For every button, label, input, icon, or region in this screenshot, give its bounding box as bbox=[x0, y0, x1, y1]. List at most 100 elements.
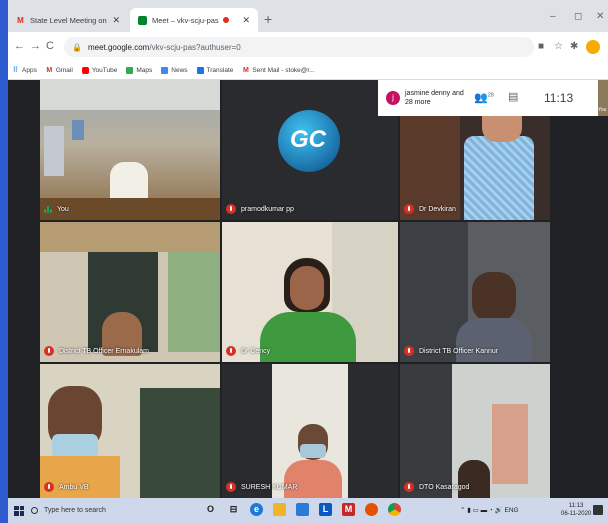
presenter-avatar: j bbox=[386, 91, 400, 105]
forward-icon[interactable]: → bbox=[30, 40, 41, 52]
minimize-button[interactable]: – bbox=[550, 11, 556, 22]
bookmark-apps[interactable]: ⠿ Apps bbox=[12, 67, 37, 74]
speaking-indicator-icon bbox=[44, 205, 52, 214]
participant-name: Dr Cency bbox=[241, 347, 271, 355]
shirt bbox=[284, 460, 342, 498]
edge-icon[interactable]: e bbox=[250, 503, 263, 516]
close-window-button[interactable]: ✕ bbox=[596, 11, 604, 22]
mail-icon[interactable]: M bbox=[342, 503, 355, 516]
participant-label: Ambu VB bbox=[44, 482, 89, 492]
back-icon[interactable]: ← bbox=[14, 40, 25, 52]
seated-person bbox=[110, 162, 148, 202]
bookmark-maps[interactable]: Maps bbox=[126, 67, 152, 74]
mic-off-icon bbox=[226, 204, 236, 214]
mic-off-icon bbox=[404, 346, 414, 356]
window bbox=[72, 120, 84, 140]
chat-icon: ▤ bbox=[508, 91, 519, 103]
outlook-icon[interactable]: L bbox=[319, 503, 332, 516]
system-tray[interactable]: ⌃ ▮ ▭ ▬ ◔ 🔊 ENG bbox=[460, 506, 519, 514]
reload-icon[interactable]: C bbox=[46, 40, 54, 52]
tab-state-level-meeting[interactable]: M State Level Meeting on PIP 2021 ✕ bbox=[8, 8, 128, 32]
participant-name: DTO Kasaragod bbox=[419, 483, 470, 491]
task-view-icon[interactable]: ⊟ bbox=[227, 503, 240, 516]
participant-tile-suresh[interactable]: SURESH KUMAR bbox=[222, 364, 398, 498]
face-mask bbox=[52, 434, 98, 458]
boxes bbox=[40, 222, 220, 252]
menu-icon[interactable]: ⋮ bbox=[604, 41, 608, 52]
participant-tile-cency[interactable]: Dr Cency bbox=[222, 222, 398, 362]
self-view-thumbnail[interactable]: You bbox=[598, 80, 608, 116]
participant-tile-kasaragod[interactable]: DTO Kasaragod bbox=[400, 364, 550, 498]
participant-name: Ambu VB bbox=[59, 483, 89, 491]
file-explorer-icon[interactable] bbox=[273, 503, 286, 516]
mic-off-icon bbox=[226, 346, 236, 356]
notice-board bbox=[44, 126, 64, 176]
mic-off-icon bbox=[404, 204, 414, 214]
apps-grid-icon: ⠿ bbox=[12, 67, 19, 74]
participant-tile-ambu[interactable]: Ambu VB bbox=[40, 364, 220, 498]
chat-button[interactable]: ▤ bbox=[508, 90, 518, 103]
participant-tile-kannur[interactable]: District TB Officer Kannur bbox=[400, 222, 550, 362]
people-button[interactable]: 👥28 bbox=[474, 91, 494, 104]
maximize-button[interactable]: ◻ bbox=[574, 11, 582, 22]
green-wall bbox=[168, 252, 220, 352]
meet-top-bar: j jasmine denny and 28 more 👥28 ▤ 11:13 bbox=[378, 80, 598, 116]
window-frame bbox=[492, 404, 528, 484]
search-icon bbox=[31, 507, 38, 514]
participant-label: SURESH KUMAR bbox=[226, 482, 297, 492]
bookmark-sent-mail[interactable]: M Sent Mail - stoke@r... bbox=[242, 67, 315, 74]
participant-tile-you[interactable]: You bbox=[40, 80, 220, 220]
shelf bbox=[140, 388, 220, 498]
participant-tile-pramodkumar[interactable]: GC pramodkumar pp bbox=[222, 80, 398, 220]
participant-name: SURESH KUMAR bbox=[241, 483, 298, 491]
app-icon[interactable] bbox=[365, 503, 378, 516]
cortana-icon[interactable]: O bbox=[204, 503, 217, 516]
news-icon bbox=[161, 67, 169, 74]
extensions-icon[interactable]: ✱ bbox=[570, 41, 578, 52]
participant-label: pramodkumar pp bbox=[226, 204, 294, 214]
person bbox=[458, 460, 490, 498]
bookmark-gmail[interactable]: M Gmail bbox=[46, 67, 72, 74]
participant-name: You bbox=[57, 206, 69, 213]
participant-name: Dr Devkiran bbox=[419, 205, 456, 213]
close-icon[interactable]: ✕ bbox=[242, 15, 250, 26]
face bbox=[290, 266, 324, 310]
participant-label: You bbox=[44, 205, 69, 214]
taskbar-search[interactable]: Type here to search bbox=[31, 507, 106, 514]
ceiling bbox=[40, 80, 220, 110]
gmail-icon: M bbox=[46, 67, 53, 74]
participant-tile-devkiran[interactable]: Dr Devkiran bbox=[400, 116, 550, 220]
taskbar-clock[interactable]: 11:13 06-11-2020 bbox=[561, 502, 591, 518]
participant-label: District TB Officer Kannur bbox=[404, 346, 498, 356]
participant-tile-ernakulam[interactable]: District TB Officer Ernakulam bbox=[40, 222, 220, 362]
windows-start-icon[interactable] bbox=[14, 505, 24, 516]
meet-icon bbox=[138, 15, 147, 25]
browser-toolbar: ← → C 🔒 meet.google.com/vkv-scju-pas?aut… bbox=[8, 32, 608, 62]
close-icon[interactable]: ✕ bbox=[112, 15, 120, 26]
star-icon[interactable]: ☆ bbox=[554, 41, 563, 52]
frame-left-edge bbox=[0, 0, 8, 523]
gmail-icon: M bbox=[17, 15, 24, 25]
camera-indicator-icon[interactable]: ■ bbox=[538, 41, 544, 52]
mic-off-icon bbox=[226, 482, 236, 492]
people-icon: 👥 bbox=[474, 92, 488, 104]
green-top bbox=[260, 312, 356, 362]
chrome-icon[interactable] bbox=[388, 503, 401, 516]
participant-name: pramodkumar pp bbox=[241, 205, 294, 213]
tab-meet[interactable]: Meet – vkv-scju-pas ✕ bbox=[130, 8, 258, 32]
mic-off-icon bbox=[44, 482, 54, 492]
bookmark-translate[interactable]: Translate bbox=[196, 67, 233, 74]
address-bar[interactable]: 🔒 meet.google.com/vkv-scju-pas?authuser=… bbox=[64, 37, 534, 57]
notification-icon[interactable] bbox=[593, 505, 603, 515]
lock-icon: 🔒 bbox=[72, 42, 82, 52]
new-tab-button[interactable]: + bbox=[264, 11, 272, 27]
profile-avatar[interactable] bbox=[586, 40, 600, 54]
mic-off-icon bbox=[404, 482, 414, 492]
bookmark-youtube[interactable]: YouTube bbox=[81, 67, 117, 74]
people-count: 28 bbox=[487, 92, 494, 99]
store-icon[interactable] bbox=[296, 503, 309, 516]
participant-label: DTO Kasaragod bbox=[404, 482, 469, 492]
bookmark-news[interactable]: News bbox=[161, 67, 188, 74]
browser-tab-strip: M State Level Meeting on PIP 2021 ✕ Meet… bbox=[8, 0, 608, 32]
translate-icon bbox=[196, 67, 204, 74]
